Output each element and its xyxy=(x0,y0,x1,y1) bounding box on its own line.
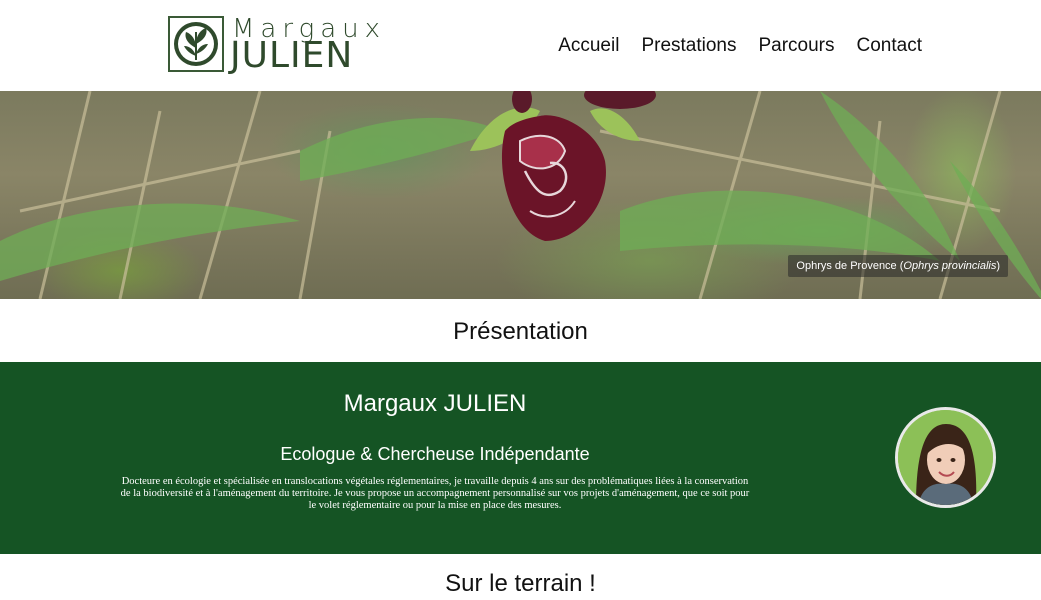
profile-description: Docteure en écologie et spécialisée en t… xyxy=(120,476,750,511)
avatar xyxy=(895,407,996,508)
caption-common-name: Ophrys de Provence ( xyxy=(796,260,904,272)
caption-end: ) xyxy=(996,260,1000,272)
nav-item-prestations[interactable]: Prestations xyxy=(641,35,736,57)
presentation-title: Présentation xyxy=(453,318,588,345)
botanical-emblem-icon xyxy=(168,16,224,72)
profile-band: Margaux JULIEN Ecologue & Chercheuse Ind… xyxy=(0,362,1041,554)
hero-banner: Ophrys de Provence (Ophrys provincialis) xyxy=(0,91,1041,299)
nav-item-accueil[interactable]: Accueil xyxy=(558,35,619,57)
site-header: Margaux JULIEN Accueil Prestations Parco… xyxy=(0,0,1041,91)
caption-latin-name: Ophrys provincialis xyxy=(903,260,997,272)
nav-item-parcours[interactable]: Parcours xyxy=(758,35,834,57)
profile-subtitle: Ecologue & Chercheuse Indépendante xyxy=(280,444,590,464)
terrain-title: Sur le terrain ! xyxy=(445,570,596,597)
logo-last-name: JULIEN xyxy=(230,35,354,76)
photo-caption: Ophrys de Provence (Ophrys provincialis) xyxy=(788,255,1008,277)
site-logo[interactable]: Margaux JULIEN xyxy=(168,14,404,76)
profile-name: Margaux JULIEN xyxy=(343,390,527,417)
nav-item-contact[interactable]: Contact xyxy=(857,35,922,57)
main-nav: Accueil Prestations Parcours Contact xyxy=(558,35,922,57)
